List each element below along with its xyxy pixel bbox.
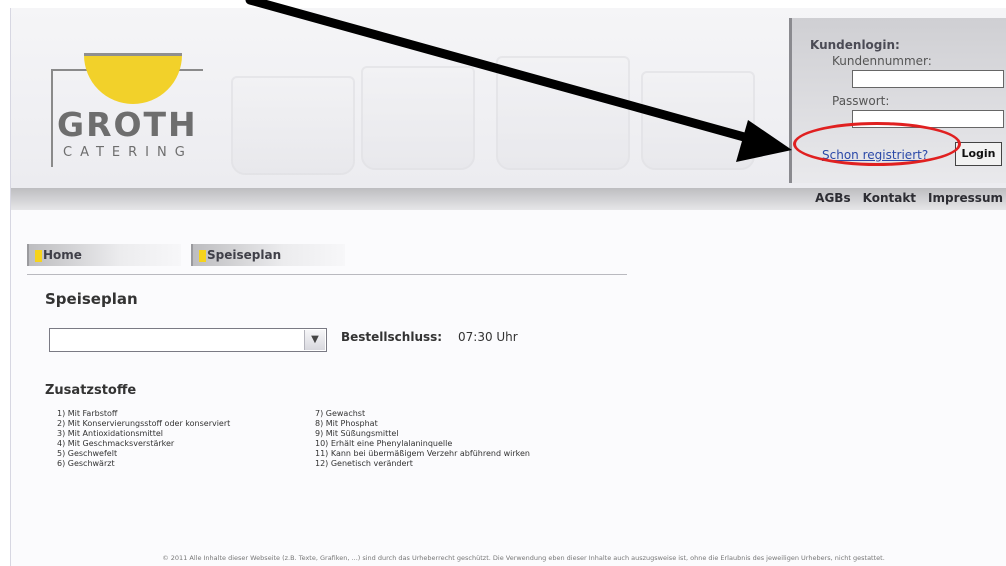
additive-item: 4) Mit Geschmacksverstärker <box>57 439 175 448</box>
nav-link-kontakt[interactable]: Kontakt <box>863 191 916 205</box>
logo-subtitle: CATERING <box>63 145 193 160</box>
additive-item: 1) Mit Farbstoff <box>57 409 118 418</box>
additive-item: 8) Mit Phosphat <box>315 419 378 428</box>
password-label: Passwort: <box>832 94 890 108</box>
customer-number-input[interactable] <box>852 70 1004 88</box>
additive-item: 12) Genetisch verändert <box>315 459 413 468</box>
tab-speiseplan[interactable]: Speiseplan <box>191 244 345 266</box>
additive-item: 9) Mit Süßungsmittel <box>315 429 399 438</box>
logo-name: GROTH <box>57 105 198 144</box>
top-navigation-bar: AGBs Kontakt Impressum <box>11 188 1006 210</box>
tab-label: Home <box>43 248 82 262</box>
tab-marker-icon <box>199 250 206 262</box>
header-background-photo <box>211 36 771 186</box>
customer-number-label: Kundennummer: <box>832 54 932 68</box>
tab-divider <box>27 274 627 275</box>
pot-image <box>361 66 475 170</box>
order-deadline-value: 07:30 Uhr <box>458 330 518 344</box>
additives-list-right: 7) Gewachst 8) Mit Phosphat 9) Mit Süßun… <box>315 409 530 469</box>
speiseplan-title: Speiseplan <box>45 290 138 308</box>
additive-item: 5) Geschwefelt <box>57 449 118 458</box>
additive-item: 3) Mit Antioxidationsmittel <box>57 429 163 438</box>
additive-item: 6) Geschwärzt <box>57 459 115 468</box>
tab-marker-icon <box>35 250 42 262</box>
additive-item: 11) Kann bei übermäßigem Verzehr abführe… <box>315 449 530 458</box>
groth-catering-logo[interactable]: GROTH CATERING <box>51 53 206 168</box>
annotation-highlight-circle <box>793 122 961 166</box>
zusatzstoffe-title: Zusatzstoffe <box>45 383 137 398</box>
speiseplan-select[interactable]: ▼ <box>49 328 327 352</box>
nav-link-impressum[interactable]: Impressum <box>928 191 1003 205</box>
tab-home[interactable]: Home <box>27 244 181 266</box>
pot-image <box>641 71 755 170</box>
additives-list-left: 1) Mit Farbstoff 2) Mit Konservierungsst… <box>57 409 230 469</box>
login-title: Kundenlogin: <box>810 38 900 52</box>
login-button[interactable]: Login <box>955 142 1002 166</box>
additive-item: 7) Gewachst <box>315 409 366 418</box>
tab-label: Speiseplan <box>207 248 282 262</box>
pot-image <box>231 76 355 175</box>
additive-item: 10) Erhält eine Phenylalaninquelle <box>315 439 453 448</box>
pot-image <box>496 56 630 170</box>
top-nav-links: AGBs Kontakt Impressum <box>815 191 1003 205</box>
nav-link-agbs[interactable]: AGBs <box>815 191 850 205</box>
chevron-down-icon[interactable]: ▼ <box>304 330 325 350</box>
page-container: GROTH CATERING Kundenlogin: Kundennummer… <box>10 8 1006 566</box>
order-deadline-label: Bestellschluss: <box>341 330 443 344</box>
additive-item: 2) Mit Konservierungsstoff oder konservi… <box>57 419 231 428</box>
copyright-footer: © 2011 Alle Inhalte dieser Webseite (z.B… <box>162 554 885 562</box>
